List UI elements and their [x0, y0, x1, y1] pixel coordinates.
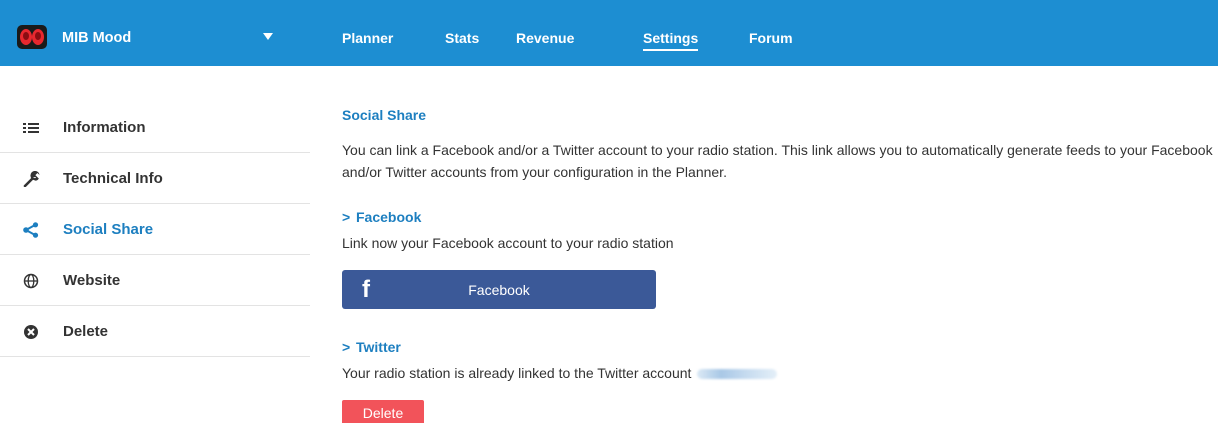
facebook-section-heading[interactable]: > Facebook	[342, 209, 421, 225]
share-icon	[23, 222, 39, 238]
caret-down-icon	[263, 33, 273, 40]
facebook-heading-label: Facebook	[356, 209, 422, 225]
page-title: Social Share	[342, 107, 427, 123]
twitter-status-text: Your radio station is already linked to …	[342, 365, 778, 381]
twitter-linked-message: Your radio station is already linked to …	[342, 365, 692, 381]
nav-forum[interactable]: Forum	[749, 30, 793, 46]
sidebar-item-label: Technical Info	[63, 170, 163, 187]
sidebar-item-social-share[interactable]: Social Share	[0, 204, 310, 255]
station-selector[interactable]: MIB Mood	[62, 0, 282, 66]
sidebar-item-label: Information	[63, 119, 146, 136]
delete-twitter-link-button[interactable]: Delete	[342, 400, 424, 423]
sidebar-item-technical-info[interactable]: Technical Info	[0, 153, 310, 204]
twitter-heading-label: Twitter	[356, 339, 401, 355]
chevron-right-icon: >	[342, 209, 351, 225]
sidebar-item-label: Social Share	[63, 221, 154, 238]
delete-circle-icon	[24, 325, 38, 339]
list-icon	[23, 123, 39, 133]
top-navigation-bar: MIB Mood Planner Stats Revenue Settings …	[0, 0, 1218, 66]
nav-settings[interactable]: Settings	[643, 30, 699, 51]
sidebar-item-label: Website	[63, 272, 121, 289]
sidebar-item-website[interactable]: Website	[0, 255, 310, 306]
globe-icon	[23, 273, 39, 289]
nav-revenue[interactable]: Revenue	[516, 30, 574, 46]
twitter-handle-redacted	[697, 369, 778, 380]
logo-icon	[17, 25, 47, 49]
social-share-description: You can link a Facebook and/or a Twitter…	[342, 142, 1213, 180]
twitter-section-heading[interactable]: > Twitter	[342, 339, 401, 355]
sidebar-item-delete[interactable]: Delete	[0, 306, 310, 357]
facebook-button-label: Facebook	[468, 282, 530, 298]
chevron-right-icon: >	[342, 339, 351, 355]
facebook-connect-button[interactable]: f Facebook	[342, 270, 656, 309]
settings-sidebar: Information Technical Info Social Share …	[0, 102, 310, 357]
wrench-icon	[23, 171, 40, 187]
sidebar-item-label: Delete	[63, 323, 109, 340]
nav-stats[interactable]: Stats	[445, 30, 479, 46]
sidebar-item-information[interactable]: Information	[0, 102, 310, 153]
station-name: MIB Mood	[62, 30, 132, 46]
facebook-description: Link now your Facebook account to your r…	[342, 235, 674, 251]
nav-planner[interactable]: Planner	[342, 30, 393, 46]
